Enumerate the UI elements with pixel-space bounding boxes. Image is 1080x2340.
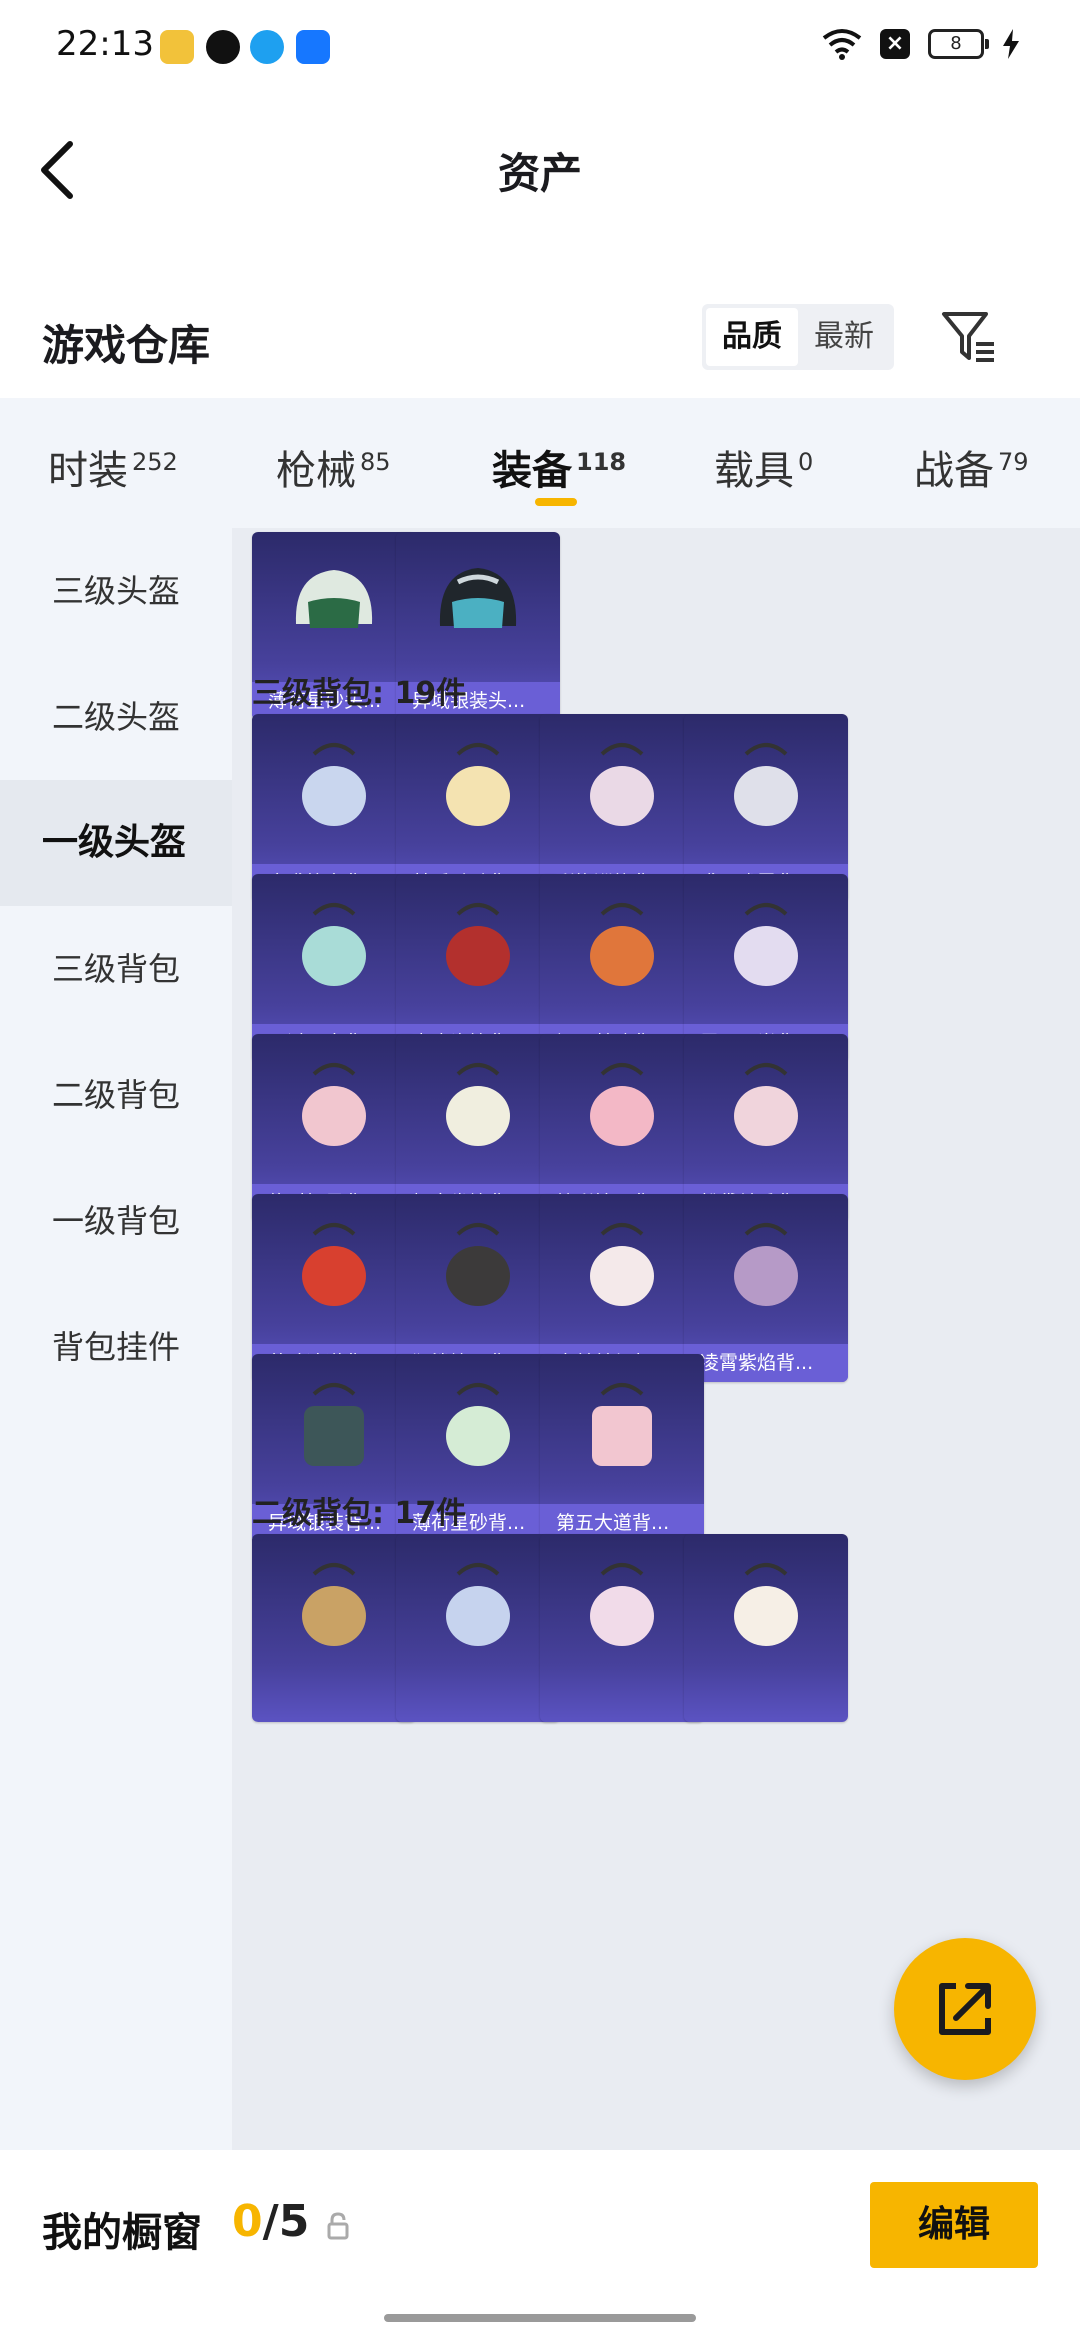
charging-icon — [1003, 29, 1019, 59]
category-tabs: 时装 252 枪械 85 装备 118 载具 0 战备 79 — [0, 398, 1080, 528]
backpack-icon — [446, 1223, 510, 1306]
helmet-icon — [439, 568, 517, 628]
group-label: 二级背包: 17件 — [252, 1496, 467, 1531]
backpack-icon — [590, 1563, 654, 1646]
sidebar-item-level2-backpack[interactable]: 二级背包 — [0, 1032, 232, 1158]
tab-label: 战备 — [914, 448, 994, 494]
backpack-icon — [302, 743, 366, 826]
status-bar: 22:13 × 8 — [0, 0, 1080, 96]
helmet-icon — [295, 570, 373, 628]
tab-count: 118 — [576, 447, 627, 476]
sort-newest-option[interactable]: 最新 — [798, 308, 890, 366]
home-indicator[interactable] — [384, 2314, 696, 2322]
filter-icon — [942, 312, 994, 362]
tab-label: 载具 — [714, 448, 794, 494]
item-name: 凌霄紫焰背... — [684, 1344, 848, 1382]
bottom-bar: 我的橱窗 0/5 编辑 — [0, 2150, 1080, 2340]
tab-label: 枪械 — [276, 448, 356, 494]
backpack-icon — [302, 1063, 366, 1146]
tab-count: 85 — [360, 447, 391, 476]
backpack-icon — [734, 1563, 798, 1646]
section-title: 游戏仓库 — [42, 321, 211, 370]
qq-notification-icon — [250, 30, 284, 64]
backpack-icon — [446, 1383, 510, 1466]
sidebar-item-level1-backpack[interactable]: 一级背包 — [0, 1158, 232, 1284]
tab-equipment[interactable]: 装备 118 — [492, 438, 626, 496]
alipay-notification-icon — [296, 30, 330, 64]
backpack-icon — [734, 1223, 798, 1306]
wifi-icon — [822, 29, 862, 60]
active-tab-indicator — [535, 498, 577, 506]
tab-vehicles[interactable]: 载具 0 — [714, 438, 813, 496]
backpack-icon — [590, 903, 654, 986]
backpack-icon — [446, 1063, 510, 1146]
tab-label: 装备 — [492, 448, 572, 494]
backpack-icon — [302, 903, 366, 986]
item-card[interactable] — [396, 1534, 560, 1722]
item-card[interactable] — [684, 1534, 848, 1722]
tab-count: 0 — [798, 447, 814, 476]
item-card[interactable] — [540, 1534, 704, 1722]
backpack-icon — [446, 743, 510, 826]
share-fab-button[interactable] — [894, 1938, 1036, 2080]
item-grid: 薄荷星砂头... 异域银装头... 三级背包: 19件 夜鸢箴言背... 其乐融… — [232, 528, 1080, 2150]
sort-quality-option[interactable]: 品质 — [706, 308, 798, 366]
share-external-icon — [939, 1983, 991, 2035]
tab-supplies[interactable]: 战备 79 — [914, 438, 1029, 496]
showcase-label: 我的橱窗 — [42, 2210, 202, 2256]
showcase-total-count: /5 — [262, 2196, 310, 2247]
sidebar-item-level3-helmet[interactable]: 三级头盔 — [0, 528, 232, 654]
sidebar-item-backpack-pendant[interactable]: 背包挂件 — [0, 1284, 232, 1410]
backpack-icon — [446, 1563, 510, 1646]
sidebar-item-level1-helmet[interactable]: 一级头盔 — [0, 780, 232, 906]
page-title: 资产 — [497, 149, 582, 198]
sort-toggle: 品质 最新 — [702, 304, 894, 370]
backpack-icon — [590, 1223, 654, 1306]
status-time: 22:13 — [56, 24, 154, 64]
backpack-icon — [590, 743, 654, 826]
showcase-count: 0/5 — [232, 2196, 309, 2247]
tab-firearms[interactable]: 枪械 85 — [276, 438, 391, 496]
backpack-icon — [302, 1563, 366, 1646]
backpack-icon — [734, 743, 798, 826]
sidebar: 三级头盔 二级头盔 一级头盔 三级背包 二级背包 一级背包 背包挂件 — [0, 528, 232, 2150]
tab-count: 252 — [132, 447, 178, 476]
battery-icon: 8 — [928, 29, 989, 59]
group-label: 三级背包: 19件 — [252, 676, 467, 711]
filter-button[interactable] — [938, 306, 1000, 368]
backpack-icon — [302, 1223, 366, 1306]
shield-notification-icon — [206, 30, 240, 64]
backpack-icon — [734, 1063, 798, 1146]
backpack-icon — [446, 903, 510, 986]
item-card[interactable]: 第五大道背... — [540, 1354, 704, 1542]
item-card[interactable]: 凌霄紫焰背... — [684, 1194, 848, 1382]
sidebar-item-level2-helmet[interactable]: 二级头盔 — [0, 654, 232, 780]
tab-count: 79 — [998, 447, 1029, 476]
showcase-current-count: 0 — [232, 2196, 263, 2247]
edit-button[interactable]: 编辑 — [870, 2182, 1038, 2268]
backpack-icon — [592, 1383, 652, 1466]
tab-label: 时装 — [48, 448, 128, 494]
backpack-icon — [590, 1063, 654, 1146]
backpack-icon — [304, 1383, 364, 1466]
backpack-icon — [734, 903, 798, 986]
lock-icon — [327, 2212, 349, 2240]
sidebar-item-level3-backpack[interactable]: 三级背包 — [0, 906, 232, 1032]
app-notification-icon — [160, 30, 194, 64]
item-card[interactable] — [252, 1534, 416, 1722]
tab-fashion[interactable]: 时装 252 — [48, 438, 178, 496]
sim-off-icon: × — [880, 29, 910, 59]
